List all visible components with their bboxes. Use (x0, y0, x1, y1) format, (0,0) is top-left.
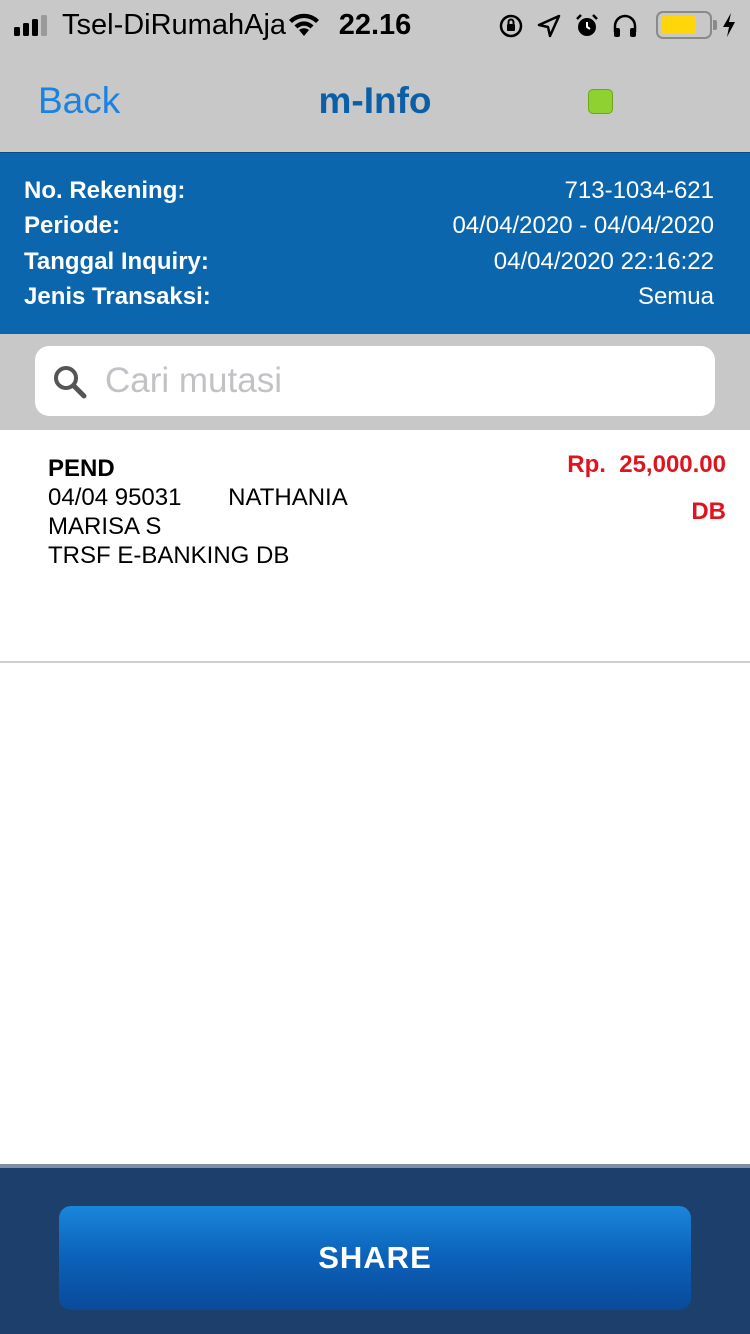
info-value: Semua (637, 283, 714, 310)
battery-level (661, 16, 696, 34)
status-indicator (588, 89, 613, 114)
info-value: 04/04/2020 - 04/04/2020 (452, 212, 714, 239)
share-button[interactable]: SHARE (59, 1206, 691, 1310)
footer-bar: SHARE (0, 1164, 750, 1334)
headphones-icon (613, 14, 637, 37)
info-value: 04/04/2020 22:16:22 (493, 248, 714, 275)
info-row-transaction-type: Jenis Transaksi: Semua (24, 283, 714, 319)
info-label: Jenis Transaksi: (24, 283, 211, 310)
orientation-lock-icon (499, 14, 523, 38)
info-row-period: Periode: 04/04/2020 - 04/04/2020 (24, 212, 714, 248)
transaction-description: PEND 04/04 95031 NATHANIA MARISA S TRSF … (48, 454, 348, 570)
info-label: Tanggal Inquiry: (24, 248, 209, 275)
transaction-list: PEND 04/04 95031 NATHANIA MARISA S TRSF … (0, 430, 750, 1164)
transaction-row[interactable]: PEND 04/04 95031 NATHANIA MARISA S TRSF … (0, 430, 750, 663)
location-icon (537, 14, 561, 38)
info-row-account-number: No. Rekening: 713-1034-621 (24, 177, 714, 213)
transaction-debit-credit: DB (691, 498, 726, 525)
search-input[interactable] (105, 356, 695, 406)
charging-bolt-icon (723, 13, 735, 37)
transaction-amount: Rp. 25,000.00 (567, 451, 726, 478)
info-row-inquiry-date: Tanggal Inquiry: 04/04/2020 22:16:22 (24, 248, 714, 284)
search-icon (54, 366, 87, 399)
transaction-type: PEND (48, 455, 115, 482)
account-info-panel: No. Rekening: 713-1034-621 Periode: 04/0… (0, 152, 750, 334)
alarm-icon (576, 14, 598, 36)
battery-cap (713, 20, 717, 30)
status-bar: Tsel-DiRumahAja 22.16 (0, 0, 750, 52)
info-label: No. Rekening: (24, 177, 186, 204)
search-bar (0, 334, 750, 430)
info-value: 713-1034-621 (564, 177, 714, 204)
transaction-detail-line: MARISA S (48, 513, 162, 540)
nav-bar: Back m-Info (0, 52, 750, 152)
page-title: m-Info (318, 80, 432, 121)
transaction-detail-line: TRSF E-BANKING DB (48, 542, 290, 569)
transaction-detail-line: 04/04 95031 NATHANIA (48, 484, 348, 511)
battery-icon (656, 11, 712, 39)
info-label: Periode: (24, 212, 121, 239)
search-box[interactable] (35, 346, 715, 416)
